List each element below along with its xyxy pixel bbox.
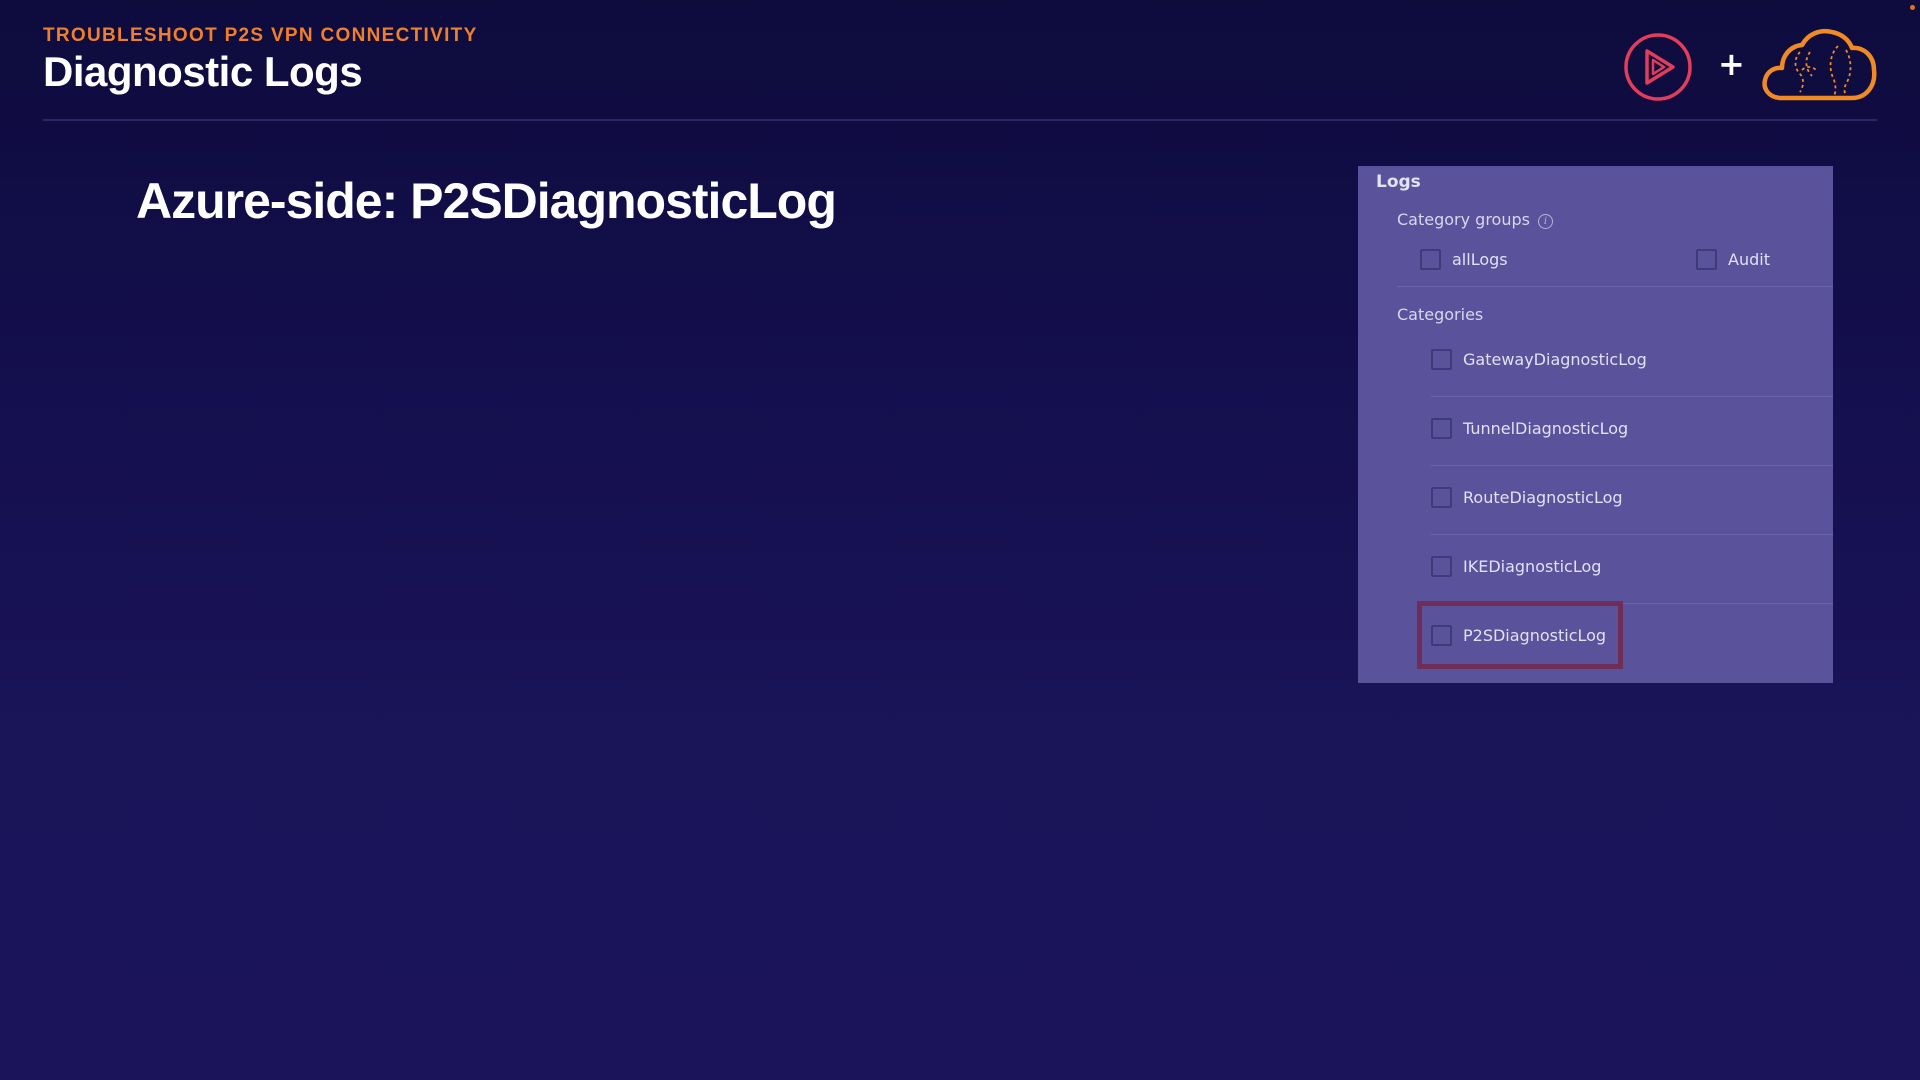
row-divider: [1431, 465, 1833, 466]
category-ikediagnosticlog[interactable]: IKEDiagnosticLog: [1431, 553, 1601, 579]
category-gatewaydiagnosticlog[interactable]: GatewayDiagnosticLog: [1431, 346, 1647, 372]
row-divider: [1431, 534, 1833, 535]
corner-dot: [1910, 5, 1915, 10]
header-divider: [43, 119, 1877, 121]
plus-icon: +: [1718, 45, 1745, 83]
ikediagnosticlog-checkbox[interactable]: [1431, 555, 1452, 577]
ikediagnosticlog-label: IKEDiagnosticLog: [1463, 556, 1602, 576]
gatewaydiagnosticlog-checkbox[interactable]: [1431, 348, 1452, 370]
play-icon: [1624, 33, 1692, 101]
logs-settings-panel: Logs Category groups i allLogs Audit Cate…: [1358, 166, 1833, 683]
info-icon[interactable]: i: [1537, 214, 1553, 229]
alllogs-checkbox[interactable]: [1420, 248, 1441, 270]
row-divider: [1431, 396, 1833, 397]
logs-heading: Logs: [1376, 172, 1421, 192]
category-groups-text: Category groups: [1397, 210, 1530, 229]
category-routediagnosticlog[interactable]: RouteDiagnosticLog: [1431, 484, 1623, 510]
gatewaydiagnosticlog-label: GatewayDiagnosticLog: [1463, 349, 1647, 369]
category-group-alllogs[interactable]: allLogs: [1420, 246, 1508, 272]
category-tunneldiagnosticlog[interactable]: TunnelDiagnosticLog: [1431, 415, 1628, 441]
p2sdiagnosticlog-highlight: [1417, 601, 1623, 669]
routediagnosticlog-label: RouteDiagnosticLog: [1463, 487, 1623, 507]
cloud-icon: [1762, 28, 1877, 101]
alllogs-label: allLogs: [1452, 249, 1508, 269]
categories-label: Categories: [1397, 305, 1484, 324]
course-kicker: TROUBLESHOOT P2S VPN CONNECTIVITY: [43, 25, 478, 46]
brand-logos: +: [1620, 28, 1880, 104]
category-groups-label: Category groups i: [1397, 210, 1553, 229]
tunneldiagnosticlog-label: TunnelDiagnosticLog: [1463, 418, 1629, 438]
section-divider: [1397, 286, 1833, 287]
routediagnosticlog-checkbox[interactable]: [1431, 486, 1452, 508]
page-title: Diagnostic Logs: [43, 48, 363, 95]
slide-heading: Azure-side: P2SDiagnosticLog: [136, 173, 837, 229]
audit-checkbox[interactable]: [1696, 248, 1717, 270]
category-group-audit[interactable]: Audit: [1696, 246, 1770, 272]
audit-label: Audit: [1728, 249, 1770, 269]
tunneldiagnosticlog-checkbox[interactable]: [1431, 417, 1452, 439]
